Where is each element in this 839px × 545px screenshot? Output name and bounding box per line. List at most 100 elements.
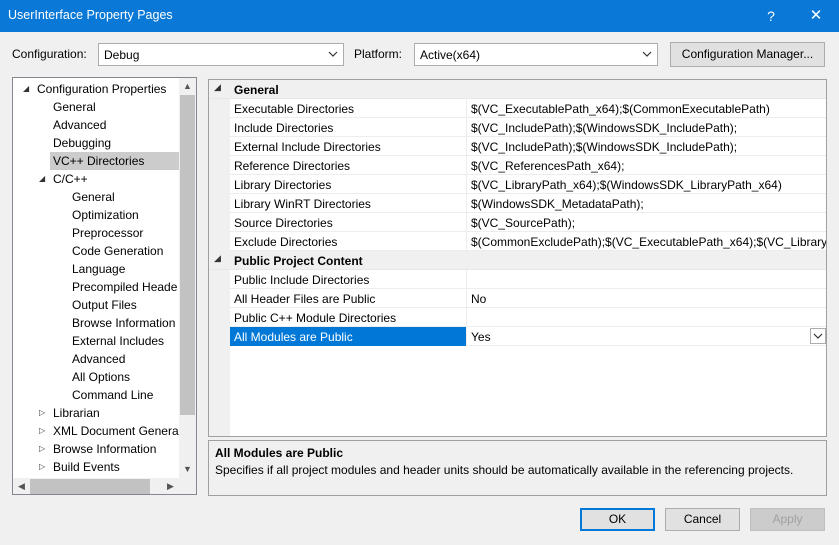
property-row[interactable]: Public Include Directories bbox=[230, 270, 826, 289]
cancel-button[interactable]: Cancel bbox=[665, 508, 740, 531]
property-value[interactable]: $(VC_SourcePath); bbox=[471, 216, 826, 230]
tree-item-label: External Includes bbox=[72, 334, 165, 348]
tree-item[interactable]: General bbox=[13, 98, 179, 116]
collapsed-arrow-icon[interactable]: ▷ bbox=[39, 440, 49, 458]
tree-item[interactable]: All Options bbox=[13, 368, 179, 386]
tree-item[interactable]: Code Generation bbox=[13, 242, 179, 260]
chevron-down-icon bbox=[328, 51, 338, 57]
property-row[interactable]: External Include Directories $(VC_Include… bbox=[230, 137, 826, 156]
category-header[interactable]: ◢ General bbox=[209, 80, 826, 99]
configuration-dropdown[interactable]: Debug bbox=[98, 43, 344, 66]
column-divider[interactable] bbox=[466, 308, 467, 327]
property-name: All Modules are Public bbox=[234, 330, 353, 344]
property-value[interactable]: $(VC_ExecutablePath_x64);$(CommonExecuta… bbox=[471, 102, 826, 116]
collapsed-arrow-icon[interactable]: ▷ bbox=[39, 458, 49, 476]
tree-item[interactable]: External Includes bbox=[13, 332, 179, 350]
tree-item[interactable]: Language bbox=[13, 260, 179, 278]
value-dropdown-button[interactable] bbox=[810, 328, 826, 344]
configuration-manager-button[interactable]: Configuration Manager... bbox=[670, 42, 825, 67]
expanded-arrow-icon[interactable]: ◢ bbox=[214, 82, 221, 93]
expanded-arrow-icon[interactable]: ◢ bbox=[214, 253, 221, 264]
property-row[interactable]: Library Directories $(VC_LibraryPath_x64)… bbox=[230, 175, 826, 194]
tree-item[interactable]: Advanced bbox=[13, 116, 179, 134]
description-panel: All Modules are Public Specifies if all … bbox=[208, 440, 827, 496]
tree-item[interactable]: Advanced bbox=[13, 350, 179, 368]
column-divider[interactable] bbox=[466, 213, 467, 232]
description-text: Specifies if all project modules and hea… bbox=[215, 463, 794, 477]
category-header[interactable]: ◢ Public Project Content bbox=[209, 251, 826, 270]
property-value[interactable]: $(VC_IncludePath);$(WindowsSDK_IncludePa… bbox=[471, 140, 826, 154]
help-button[interactable]: ? bbox=[748, 0, 794, 32]
column-divider[interactable] bbox=[466, 137, 467, 156]
column-divider[interactable] bbox=[466, 327, 467, 346]
property-row[interactable]: Executable Directories $(VC_ExecutablePat… bbox=[230, 99, 826, 118]
tree-item[interactable]: General bbox=[13, 188, 179, 206]
column-divider[interactable] bbox=[466, 175, 467, 194]
tree-horizontal-scrollbar[interactable]: ◀ ▶ bbox=[13, 478, 179, 494]
tree-item-label: Build Events bbox=[53, 460, 120, 474]
property-value[interactable]: $(VC_LibraryPath_x64);$(WindowsSDK_Libra… bbox=[471, 178, 826, 192]
tree-item[interactable]: ◢ C/C++ bbox=[13, 170, 179, 188]
property-row[interactable]: Reference Directories $(VC_ReferencesPath… bbox=[230, 156, 826, 175]
scroll-right-icon[interactable]: ▶ bbox=[162, 478, 179, 494]
column-divider[interactable] bbox=[466, 289, 467, 308]
scroll-thumb[interactable] bbox=[30, 479, 150, 494]
tree-item[interactable]: Output Files bbox=[13, 296, 179, 314]
property-value[interactable]: $(CommonExcludePath);$(VC_ExecutablePath… bbox=[471, 235, 826, 249]
property-row[interactable]: Exclude Directories $(CommonExcludePath);… bbox=[230, 232, 826, 251]
property-name: Reference Directories bbox=[234, 159, 351, 173]
column-divider[interactable] bbox=[466, 156, 467, 175]
column-divider[interactable] bbox=[466, 194, 467, 213]
property-value[interactable]: $(VC_ReferencesPath_x64); bbox=[471, 159, 826, 173]
apply-button[interactable]: Apply bbox=[750, 508, 825, 531]
close-button[interactable]: ✕ bbox=[793, 0, 839, 32]
column-divider[interactable] bbox=[466, 232, 467, 251]
configuration-value: Debug bbox=[104, 48, 140, 62]
tree-item[interactable]: ▷ Librarian bbox=[13, 404, 179, 422]
property-value[interactable]: No bbox=[471, 292, 826, 306]
property-row[interactable]: Public C++ Module Directories bbox=[230, 308, 826, 327]
column-divider[interactable] bbox=[466, 118, 467, 137]
property-row[interactable]: Include Directories $(VC_IncludePath);$(W… bbox=[230, 118, 826, 137]
collapsed-arrow-icon[interactable]: ▷ bbox=[39, 422, 49, 440]
tree-item-label: All Options bbox=[72, 370, 131, 384]
tree-item[interactable]: Optimization bbox=[13, 206, 179, 224]
scroll-thumb[interactable] bbox=[180, 95, 195, 415]
platform-dropdown[interactable]: Active(x64) bbox=[414, 43, 658, 66]
category-tree[interactable]: ◢ Configuration Properties General Advanced… bbox=[12, 77, 197, 495]
tree-item-label: Debugging bbox=[53, 136, 112, 150]
property-row[interactable]: All Header Files are Public No bbox=[230, 289, 826, 308]
scroll-down-icon[interactable]: ▼ bbox=[179, 461, 196, 478]
property-row[interactable]: Source Directories $(VC_SourcePath); bbox=[230, 213, 826, 232]
column-divider[interactable] bbox=[466, 270, 467, 289]
property-value[interactable]: Yes bbox=[471, 330, 826, 344]
scroll-up-icon[interactable]: ▲ bbox=[179, 78, 196, 95]
tree-item[interactable]: Preprocessor bbox=[13, 224, 179, 242]
property-row[interactable]: All Modules are Public Yes bbox=[230, 327, 826, 346]
tree-item-label: Precompiled Heade bbox=[72, 280, 178, 294]
tree-item-label: Configuration Properties bbox=[37, 82, 167, 96]
tree-item[interactable]: Precompiled Heade bbox=[13, 278, 179, 296]
property-row[interactable]: Library WinRT Directories $(WindowsSDK_Me… bbox=[230, 194, 826, 213]
tree-item[interactable]: Browse Information bbox=[13, 314, 179, 332]
tree-item[interactable]: ▷ Browse Information bbox=[13, 440, 179, 458]
tree-item[interactable]: VC++ Directories bbox=[50, 152, 179, 170]
tree-item-label: Command Line bbox=[72, 388, 154, 402]
property-value[interactable]: $(VC_IncludePath);$(WindowsSDK_IncludePa… bbox=[471, 121, 826, 135]
tree-item[interactable]: ◢ Configuration Properties bbox=[13, 80, 179, 98]
expanded-arrow-icon[interactable]: ◢ bbox=[39, 170, 49, 188]
property-value[interactable]: $(WindowsSDK_MetadataPath); bbox=[471, 197, 826, 211]
expanded-arrow-icon[interactable]: ◢ bbox=[23, 80, 33, 98]
tree-item-label: General bbox=[72, 190, 115, 204]
tree-item[interactable]: Debugging bbox=[13, 134, 179, 152]
column-divider[interactable] bbox=[466, 99, 467, 118]
tree-item[interactable]: ▷ XML Document Genera bbox=[13, 422, 179, 440]
tree-vertical-scrollbar[interactable]: ▲ ▼ bbox=[179, 78, 196, 478]
tree-item[interactable]: ▷ Build Events bbox=[13, 458, 179, 476]
ok-button[interactable]: OK bbox=[580, 508, 655, 531]
scroll-left-icon[interactable]: ◀ bbox=[13, 478, 30, 494]
tree-item[interactable]: Command Line bbox=[13, 386, 179, 404]
property-name: Public C++ Module Directories bbox=[234, 311, 397, 325]
property-grid[interactable]: ◢ General Executable Directories $(VC_Execu… bbox=[208, 79, 827, 437]
collapsed-arrow-icon[interactable]: ▷ bbox=[39, 404, 49, 422]
